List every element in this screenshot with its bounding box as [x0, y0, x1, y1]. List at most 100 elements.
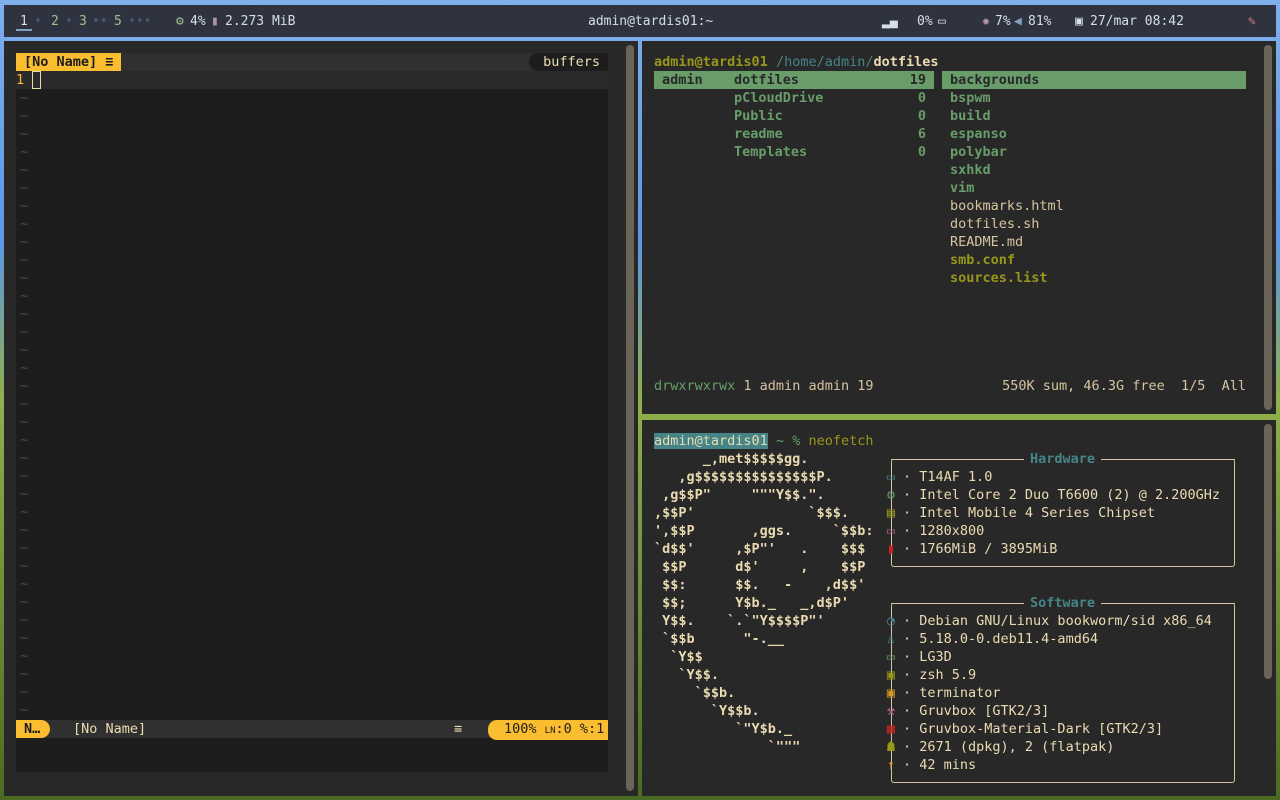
empty-line-tilde: ~ [20, 270, 29, 286]
ranger-header: admin@tardis01 /home/admin/dotfiles [654, 54, 939, 70]
file-entry[interactable]: build [942, 107, 1246, 125]
ascii-logo-line: `""" [654, 739, 801, 755]
file-info: drwxrwxrwx 1 admin admin 19 [654, 378, 874, 394]
empty-line-tilde: ~ [20, 108, 29, 124]
ascii-logo-line: $$P d$' , $$P [654, 559, 866, 575]
vim-window[interactable]: [No Name] ≡ buffers 1 N… [No Name] ≡ 100… [4, 41, 638, 796]
empty-line-tilde: ~ [20, 414, 29, 430]
parent-dir[interactable]: admin [654, 71, 730, 89]
empty-line-tilde: ~ [20, 252, 29, 268]
battery-icon: ▭ [938, 14, 946, 29]
empty-line-tilde: ~ [20, 198, 29, 214]
terminal-icon: ▣ [886, 685, 896, 701]
dir-count: 0 [917, 90, 926, 106]
empty-line-tilde: ~ [20, 234, 29, 250]
info-row: ▭ · LG3D [886, 649, 952, 665]
disk-summary: 550K sum, 46.3G free 1/5 All [1002, 378, 1246, 394]
info-row: ☗ · 2671 (dpkg), 2 (flatpak) [886, 739, 1115, 755]
empty-line-tilde: ~ [20, 450, 29, 466]
ascii-logo-line: `$$b "-.__ [654, 631, 785, 647]
window-title: admin@tardis01:~ [588, 14, 714, 29]
empty-line-tilde: ~ [20, 342, 29, 358]
ascii-logo-line: `Y$$ [654, 649, 703, 665]
buffers-label: buffers [529, 53, 608, 71]
file-entry[interactable]: espanso [942, 125, 1246, 143]
file-entry[interactable]: sources.list [942, 269, 1246, 287]
file-entry[interactable]: bookmarks.html [942, 197, 1246, 215]
ws-dot: • [65, 14, 73, 29]
ranger-window[interactable]: admin@tardis01 /home/admin/dotfiles admi… [642, 41, 1276, 414]
workspace-3[interactable]: 3 [79, 14, 87, 29]
empty-line-tilde: ~ [20, 90, 29, 106]
empty-line-tilde: ~ [20, 396, 29, 412]
brightness: 0% [917, 14, 933, 29]
scrollbar[interactable] [1264, 424, 1272, 679]
info-value: Intel Mobile 4 Series Chipset [919, 505, 1155, 521]
file-entry[interactable]: dotfiles.sh [942, 215, 1246, 233]
file-entry[interactable]: smb.conf [942, 251, 1246, 269]
empty-line-tilde: ~ [20, 486, 29, 502]
ascii-logo-line: _,met$$$$$gg. [654, 451, 809, 467]
uptime-icon: ↑ [886, 757, 896, 773]
info-row: ▭ · 1280x800 [886, 523, 985, 539]
info-row: ♙ · 5.18.0-0.deb11.4-amd64 [886, 631, 1099, 647]
status-position: 100% LN:0 %:1 [488, 720, 608, 740]
scrollbar[interactable] [1264, 45, 1272, 410]
dir-entry[interactable]: Templates 0 [726, 143, 934, 161]
empty-line-tilde: ~ [20, 288, 29, 304]
dir-entry[interactable]: Public 0 [726, 107, 934, 125]
dir-count: 0 [917, 144, 926, 160]
info-row: ▤ · Intel Mobile 4 Series Chipset [886, 505, 1155, 521]
file-entry[interactable]: sxhkd [942, 161, 1246, 179]
shell-prompt: admin@tardis01 ~ % neofetch [654, 433, 874, 449]
info-row: ⚙ · Intel Core 2 Duo T6600 (2) @ 2.200GHz [886, 487, 1220, 503]
volume-icon[interactable]: ◀ [1014, 14, 1022, 29]
info-value: Intel Core 2 Duo T6600 (2) @ 2.200GHz [919, 487, 1220, 503]
dir-entry[interactable]: readme 6 [726, 125, 934, 143]
file-entry[interactable]: README.md [942, 233, 1246, 251]
ascii-logo-line: `$$b. [654, 685, 736, 701]
file-entry[interactable]: polybar [942, 143, 1246, 161]
vim-tab[interactable]: [No Name] ≡ [16, 53, 122, 71]
ascii-logo-line: Y$$. `.`"Y$$$$P"' [654, 613, 825, 629]
ws-dot: ••• [128, 14, 152, 29]
dir-count: 0 [917, 108, 926, 124]
monitor-icon: ▭ [886, 523, 896, 539]
file-entry[interactable]: vim [942, 179, 1246, 197]
dir-name: Public [734, 108, 783, 124]
file-entry[interactable]: bspwm [942, 89, 1246, 107]
memory-icon: ▮ [211, 14, 219, 29]
info-value: 2671 (dpkg), 2 (flatpak) [919, 739, 1115, 755]
wifi-icon: ▂▄ [882, 14, 898, 29]
empty-line-tilde: ~ [20, 630, 29, 646]
scrollbar[interactable] [626, 45, 634, 791]
empty-line-tilde: ~ [20, 594, 29, 610]
dir-name: dotfiles [734, 72, 800, 88]
workspace-5[interactable]: 5 [114, 14, 122, 29]
cpu-temp: 7% [995, 14, 1011, 29]
window-icon: ▭ [886, 649, 896, 665]
shell-icon: ▣ [886, 667, 896, 683]
cursor [32, 71, 41, 89]
dir-count: 19 [909, 72, 926, 88]
empty-line-tilde: ~ [20, 468, 29, 484]
info-row: ⚒ · Gruvbox [GTK2/3] [886, 703, 1050, 719]
dir-entry[interactable]: dotfiles 19 [726, 71, 934, 89]
empty-line-tilde: ~ [20, 522, 29, 538]
volume[interactable]: 81% [1028, 14, 1051, 29]
workspace-2[interactable]: 2 [51, 14, 59, 29]
cpu-icon: ⚙ [886, 487, 896, 503]
info-value: Gruvbox [GTK2/3] [919, 703, 1050, 719]
empty-line-tilde: ~ [20, 576, 29, 592]
info-row: ↑ · 42 mins [886, 757, 977, 773]
dir-entry[interactable]: pCloudDrive 0 [726, 89, 934, 107]
empty-line-tilde: ~ [20, 666, 29, 682]
vim-editor[interactable] [16, 53, 608, 772]
workspace-1[interactable]: 1 [16, 14, 32, 31]
hardware-title: Hardware [1024, 450, 1102, 468]
file-entry[interactable]: backgrounds [942, 71, 1246, 89]
empty-line-tilde: ~ [20, 126, 29, 142]
empty-line-tilde: ~ [20, 216, 29, 232]
paperclip-icon[interactable]: ✎ [1248, 14, 1256, 29]
empty-line-tilde: ~ [20, 162, 29, 178]
